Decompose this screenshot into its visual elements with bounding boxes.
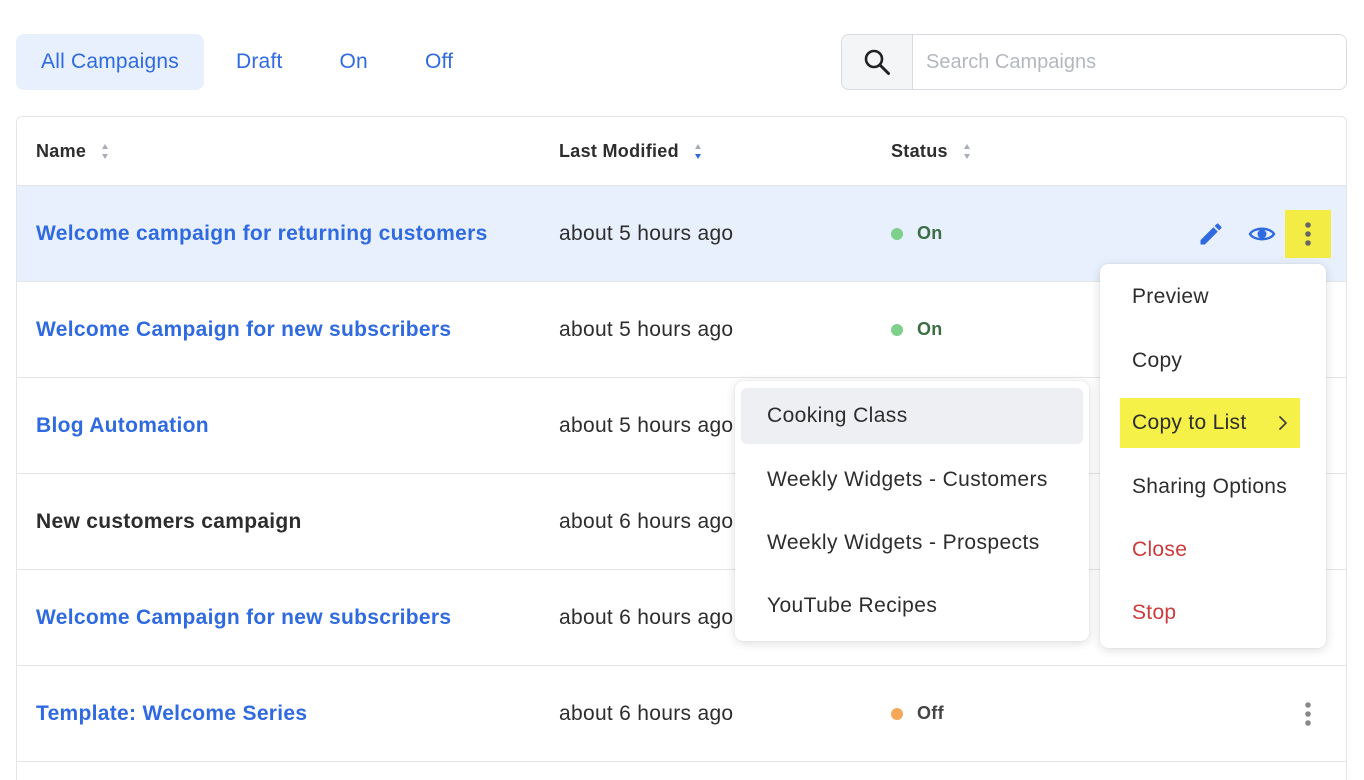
- campaign-name[interactable]: New customers campaign: [36, 474, 302, 569]
- more-options-button[interactable]: [1285, 690, 1331, 738]
- menu-item-copy-to-list-label: Copy to List: [1132, 411, 1247, 434]
- chevron-right-icon: [1279, 416, 1287, 430]
- tab-all-campaigns[interactable]: All Campaigns: [16, 34, 204, 90]
- search-button[interactable]: [842, 35, 913, 89]
- campaign-name-link[interactable]: Blog Automation: [36, 378, 209, 473]
- sort-descending-icon: [694, 143, 701, 159]
- tab-on[interactable]: On: [315, 34, 393, 90]
- status-on-dot: [891, 323, 903, 336]
- sort-icon: [102, 143, 109, 159]
- status-label: On: [917, 319, 943, 339]
- campaign-name-link[interactable]: Welcome Campaign for new subscribers: [36, 570, 451, 665]
- row-actions: [1285, 666, 1331, 761]
- campaign-name-link[interactable]: Welcome Campaign for new subscribers: [36, 282, 451, 377]
- more-vertical-icon: [1305, 701, 1311, 726]
- tab-draft[interactable]: Draft: [211, 34, 308, 90]
- column-header-status[interactable]: Status: [891, 117, 970, 185]
- search-icon: [864, 49, 890, 75]
- status-badge: Off: [891, 666, 944, 761]
- more-options-button[interactable]: [1285, 209, 1331, 258]
- status-badge: On: [891, 186, 943, 281]
- column-header-last-modified[interactable]: Last Modified: [559, 117, 701, 185]
- list-option-cooking-class[interactable]: Cooking Class: [741, 388, 1083, 444]
- pencil-icon: [1200, 222, 1222, 244]
- last-modified-value: about 5 hours ago: [559, 317, 734, 341]
- status-off-dot: [891, 707, 903, 720]
- column-header-name-label: Name: [36, 140, 87, 161]
- copy-to-list-submenu: Cooking Class Weekly Widgets - Customers…: [735, 381, 1089, 641]
- search-box: [841, 34, 1347, 90]
- last-modified-value: about 6 hours ago: [559, 701, 734, 725]
- table-row[interactable]: Template: Welcome Series about 6 hours a…: [17, 666, 1346, 762]
- status-on-dot: [891, 227, 903, 240]
- search-input[interactable]: [913, 35, 1346, 89]
- menu-item-sharing-options[interactable]: Sharing Options: [1120, 462, 1299, 512]
- eye-icon: [1248, 227, 1276, 240]
- last-modified-value: about 5 hours ago: [559, 413, 734, 437]
- campaign-name-link[interactable]: Welcome campaign for returning customers: [36, 186, 488, 281]
- row-action-menu: Preview Copy Copy to List Sharing Option…: [1100, 264, 1326, 648]
- last-modified-value: about 5 hours ago: [559, 221, 734, 245]
- menu-item-copy-to-list[interactable]: Copy to List: [1120, 398, 1300, 448]
- menu-item-stop[interactable]: Stop: [1120, 588, 1188, 638]
- menu-item-close[interactable]: Close: [1120, 525, 1199, 575]
- column-header-last-modified-label: Last Modified: [559, 140, 679, 161]
- preview-button[interactable]: [1248, 210, 1276, 258]
- sort-icon: [963, 143, 970, 159]
- column-header-status-label: Status: [891, 140, 948, 161]
- tab-off[interactable]: Off: [400, 34, 478, 90]
- more-vertical-icon: [1305, 221, 1311, 246]
- status-label: Off: [917, 703, 944, 723]
- list-option-youtube-recipes[interactable]: YouTube Recipes: [741, 578, 1083, 634]
- table-header: Name Last Modified Status: [17, 117, 1346, 186]
- menu-item-copy[interactable]: Copy: [1120, 336, 1194, 386]
- campaign-name-link[interactable]: Template: Welcome Series: [36, 666, 307, 761]
- edit-button[interactable]: [1197, 210, 1225, 258]
- list-option-weekly-widgets-customers[interactable]: Weekly Widgets - Customers: [741, 452, 1083, 508]
- column-header-name[interactable]: Name: [36, 117, 109, 185]
- campaign-filter-tabs: All Campaigns Draft On Off: [16, 34, 478, 90]
- last-modified-value: about 6 hours ago: [559, 509, 734, 533]
- status-label: On: [917, 223, 943, 243]
- last-modified-value: about 6 hours ago: [559, 605, 734, 629]
- status-badge: On: [891, 282, 943, 377]
- list-option-weekly-widgets-prospects[interactable]: Weekly Widgets - Prospects: [741, 515, 1083, 571]
- menu-item-preview[interactable]: Preview: [1120, 272, 1221, 322]
